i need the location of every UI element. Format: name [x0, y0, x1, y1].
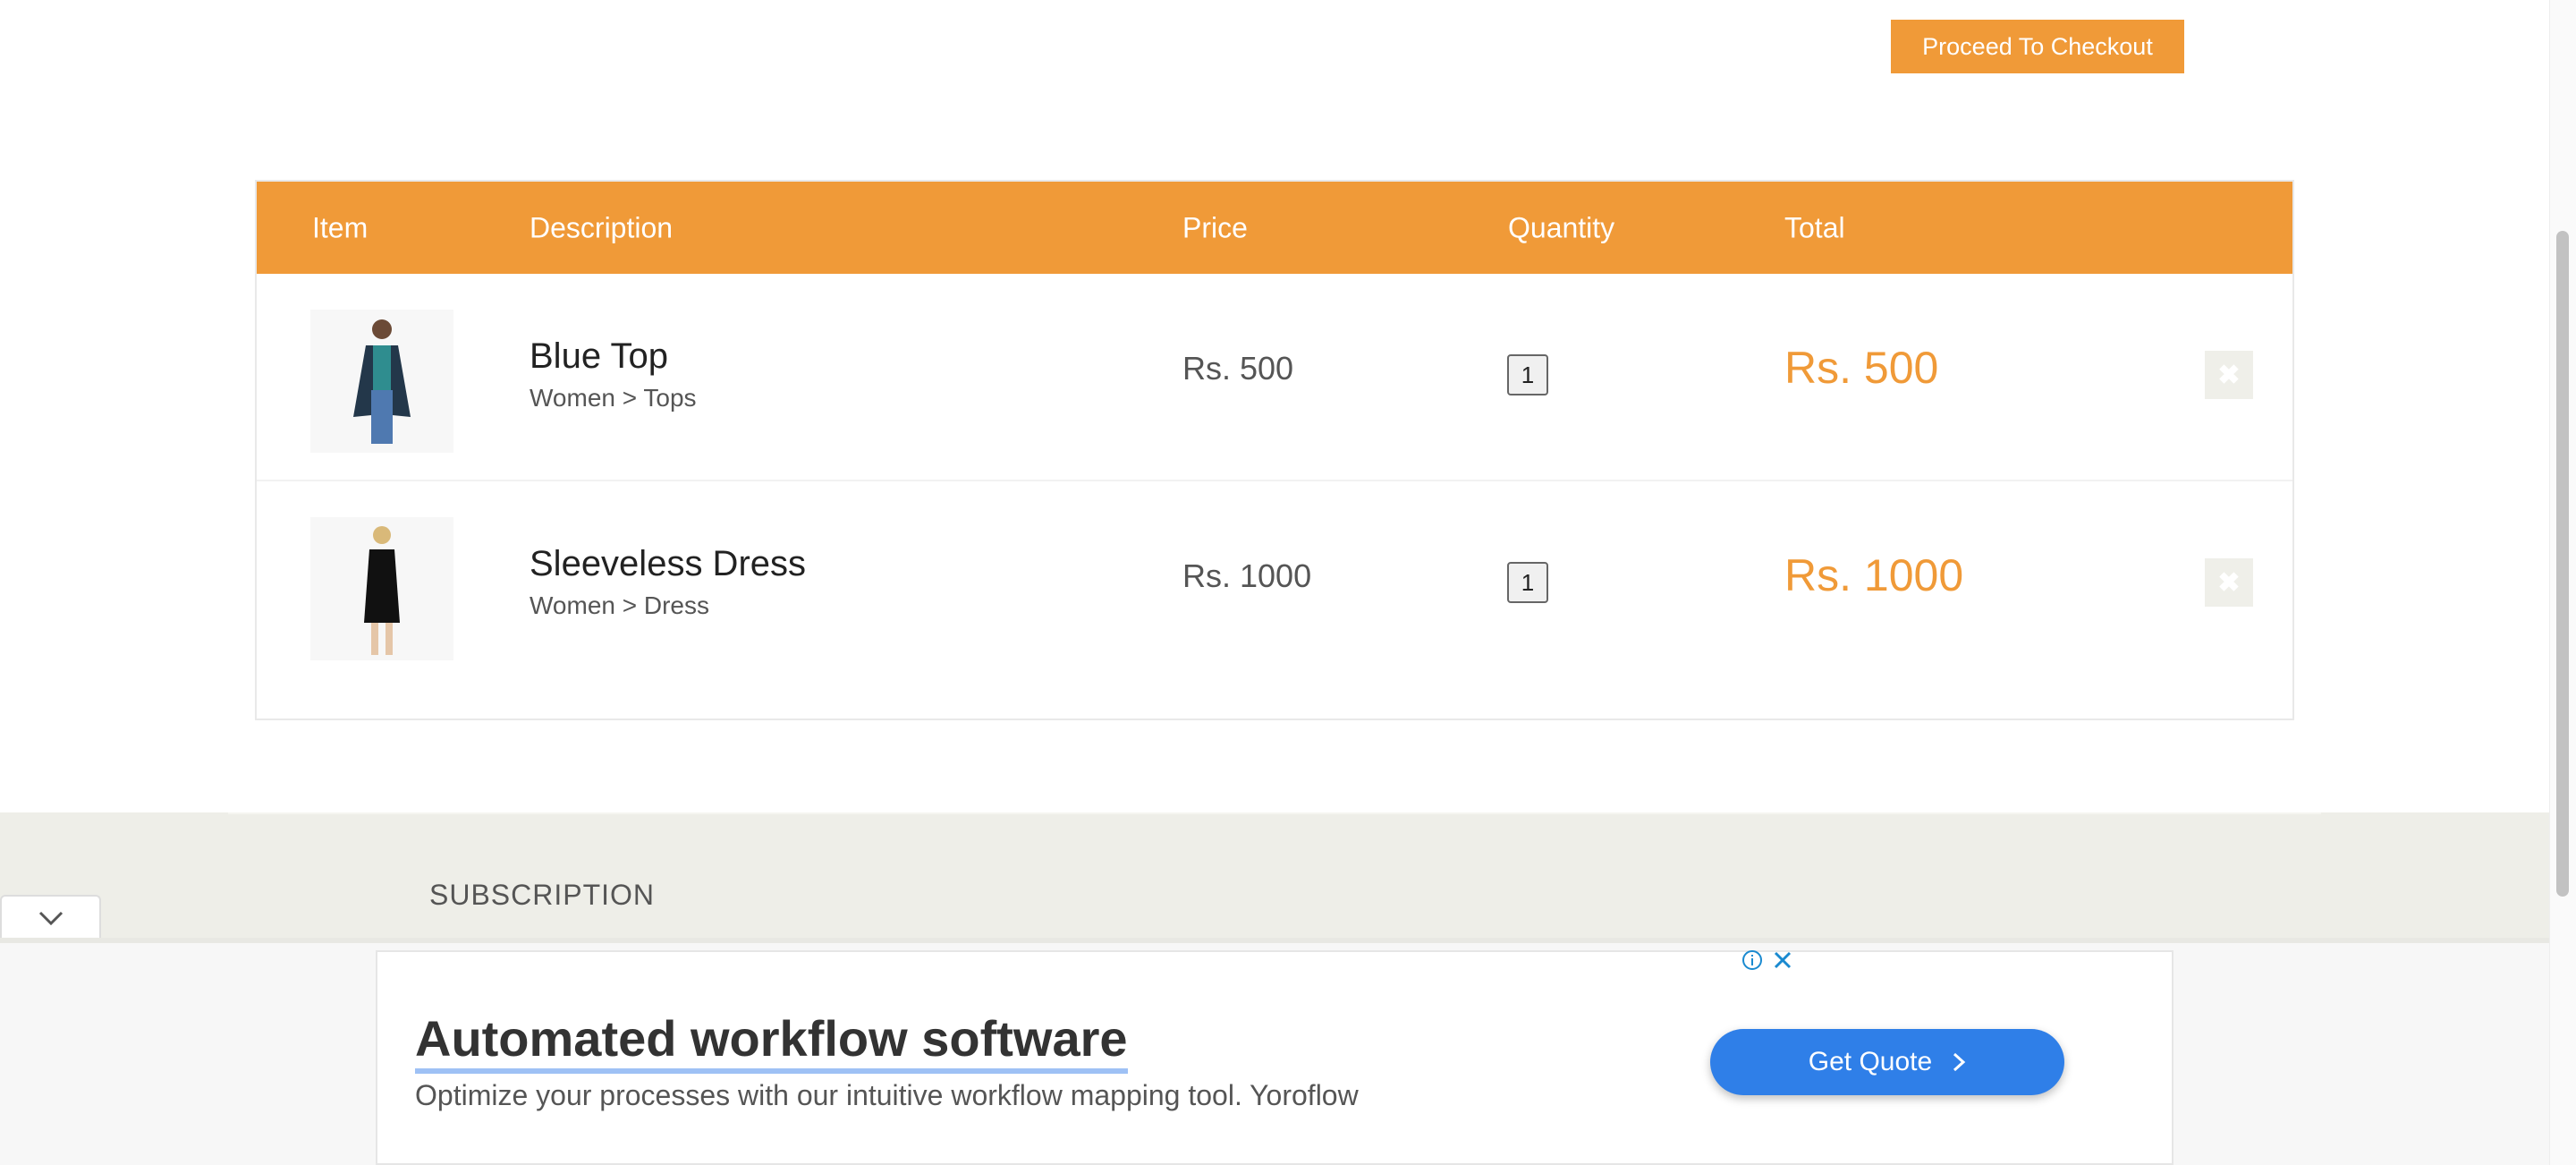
ad-title[interactable]: Automated workflow software: [415, 1009, 1128, 1074]
product-image-sleeveless-dress[interactable]: [310, 517, 453, 660]
chevron-down-icon: [38, 911, 63, 926]
header-description: Description: [530, 211, 674, 243]
scrollbar-thumb[interactable]: [2556, 231, 2569, 897]
row-total: Rs. 500: [1784, 343, 1939, 393]
product-price: Rs. 500: [1182, 350, 1294, 387]
cart-row: Sleeveless Dress Women > Dress Rs. 1000 …: [257, 481, 2292, 687]
ad-container[interactable]: Automated workflow software Optimize you…: [376, 950, 2174, 1165]
cart-table: Item Description Price Quantity Total Bl…: [255, 180, 2294, 720]
product-name[interactable]: Blue Top: [530, 336, 668, 377]
subscription-heading: SUBSCRIPTION: [429, 879, 656, 911]
product-category: Women > Dress: [530, 591, 709, 619]
product-price: Rs. 1000: [1182, 557, 1312, 594]
delete-item-button[interactable]: ✖: [2205, 558, 2253, 607]
close-icon: ✖: [2217, 567, 2241, 598]
cart-row: Blue Top Women > Tops Rs. 500 1 Rs. 500 …: [257, 274, 2292, 481]
ad-collapse-toggle[interactable]: [0, 895, 101, 940]
header-item: Item: [312, 211, 369, 243]
footer-divider: [228, 812, 2321, 814]
get-quote-button[interactable]: Get Quote: [1710, 1029, 2064, 1095]
get-quote-label: Get Quote: [1808, 1047, 1933, 1076]
ad-info-icon[interactable]: [1741, 948, 1764, 972]
ad-description: Optimize your processes with our intuiti…: [415, 1079, 1359, 1111]
delete-item-button[interactable]: ✖: [2205, 351, 2253, 399]
chevron-right-icon: [1953, 1052, 1966, 1072]
close-icon: ✖: [2217, 360, 2241, 390]
product-category: Women > Tops: [530, 384, 697, 412]
ad-close-icon[interactable]: [1771, 948, 1794, 972]
quantity-input[interactable]: 1: [1507, 562, 1548, 603]
cart-table-header: Item Description Price Quantity Total: [257, 182, 2292, 274]
header-quantity: Quantity: [1508, 211, 1615, 243]
product-name[interactable]: Sleeveless Dress: [530, 544, 806, 584]
proceed-to-checkout-button[interactable]: Proceed To Checkout: [1891, 20, 2184, 73]
product-image-blue-top[interactable]: [310, 310, 453, 453]
header-price: Price: [1182, 211, 1248, 243]
quantity-input[interactable]: 1: [1507, 354, 1548, 395]
row-total: Rs. 1000: [1784, 550, 1964, 600]
cart-page: Proceed To Checkout Item Description Pri…: [0, 0, 2549, 1165]
header-total: Total: [1784, 211, 1845, 243]
